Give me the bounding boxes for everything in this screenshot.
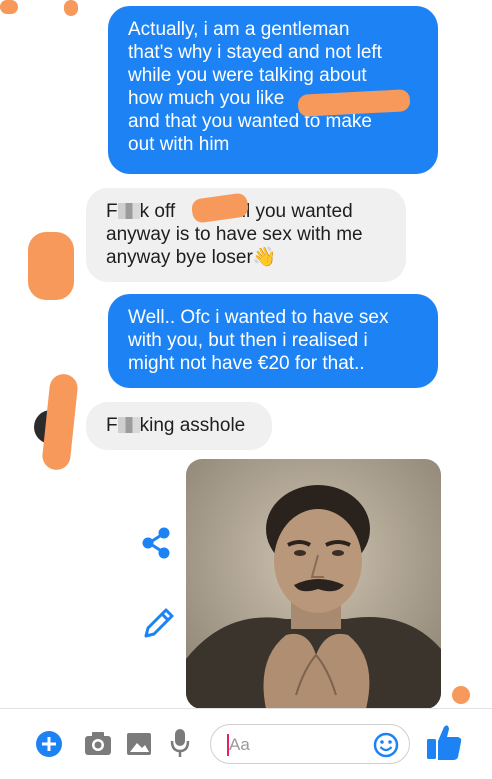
censor-pixelation xyxy=(117,417,140,433)
message-input-placeholder: Aa xyxy=(229,735,250,754)
message-thread: Actually, i am a gentleman that's why i … xyxy=(0,0,492,708)
message-fragment: king asshole xyxy=(139,415,246,436)
redaction-mark-avatar-2 xyxy=(41,372,79,472)
message-line: Well.. Ofc i wanted to have sex xyxy=(128,307,389,328)
censor-pixelation xyxy=(117,203,140,219)
message-line: with you, but then i realised i xyxy=(128,330,368,351)
message-bubble-outgoing[interactable]: Well.. Ofc i wanted to have sex with you… xyxy=(108,294,438,388)
redaction-mark-top-left xyxy=(0,0,18,14)
message-fragment: F xyxy=(106,201,118,222)
photo-image xyxy=(186,459,441,708)
add-icon[interactable] xyxy=(34,729,64,759)
camera-icon[interactable] xyxy=(82,729,114,759)
message-line: anyway bye loser👋 xyxy=(106,246,386,269)
message-line: out with him xyxy=(128,134,230,155)
emoji-icon[interactable] xyxy=(372,731,400,759)
message-line: Fking asshole xyxy=(106,414,252,437)
message-fragment: anyway bye loser xyxy=(106,247,253,268)
message-line: anyway is to have sex with me xyxy=(106,224,363,245)
photo-message[interactable] xyxy=(186,459,441,708)
message-line: and that you wanted to make xyxy=(128,111,372,132)
gallery-icon[interactable] xyxy=(124,729,154,759)
redaction-mark-top xyxy=(64,0,78,16)
waving-hand-emoji: 👋 xyxy=(252,247,277,268)
microphone-icon[interactable] xyxy=(166,727,194,759)
redaction-mark-bottom-right xyxy=(452,686,470,704)
message-fragment: all you wanted xyxy=(231,201,353,222)
composer-bar: Aa xyxy=(0,708,492,779)
edit-icon[interactable] xyxy=(138,604,178,644)
message-bubble-incoming[interactable]: Fking asshole xyxy=(86,402,272,450)
message-fragment: F xyxy=(106,415,118,436)
redaction-mark-avatar-outer xyxy=(28,232,74,300)
message-line: that's why i stayed and not left xyxy=(128,42,382,63)
message-line: while you were talking about xyxy=(128,65,367,86)
thumbs-up-icon[interactable] xyxy=(424,721,464,763)
message-fragment: k off xyxy=(139,201,176,222)
share-icon[interactable] xyxy=(138,525,174,561)
message-line: Actually, i am a gentleman xyxy=(128,19,350,40)
message-line: might not have €20 for that.. xyxy=(128,353,365,374)
